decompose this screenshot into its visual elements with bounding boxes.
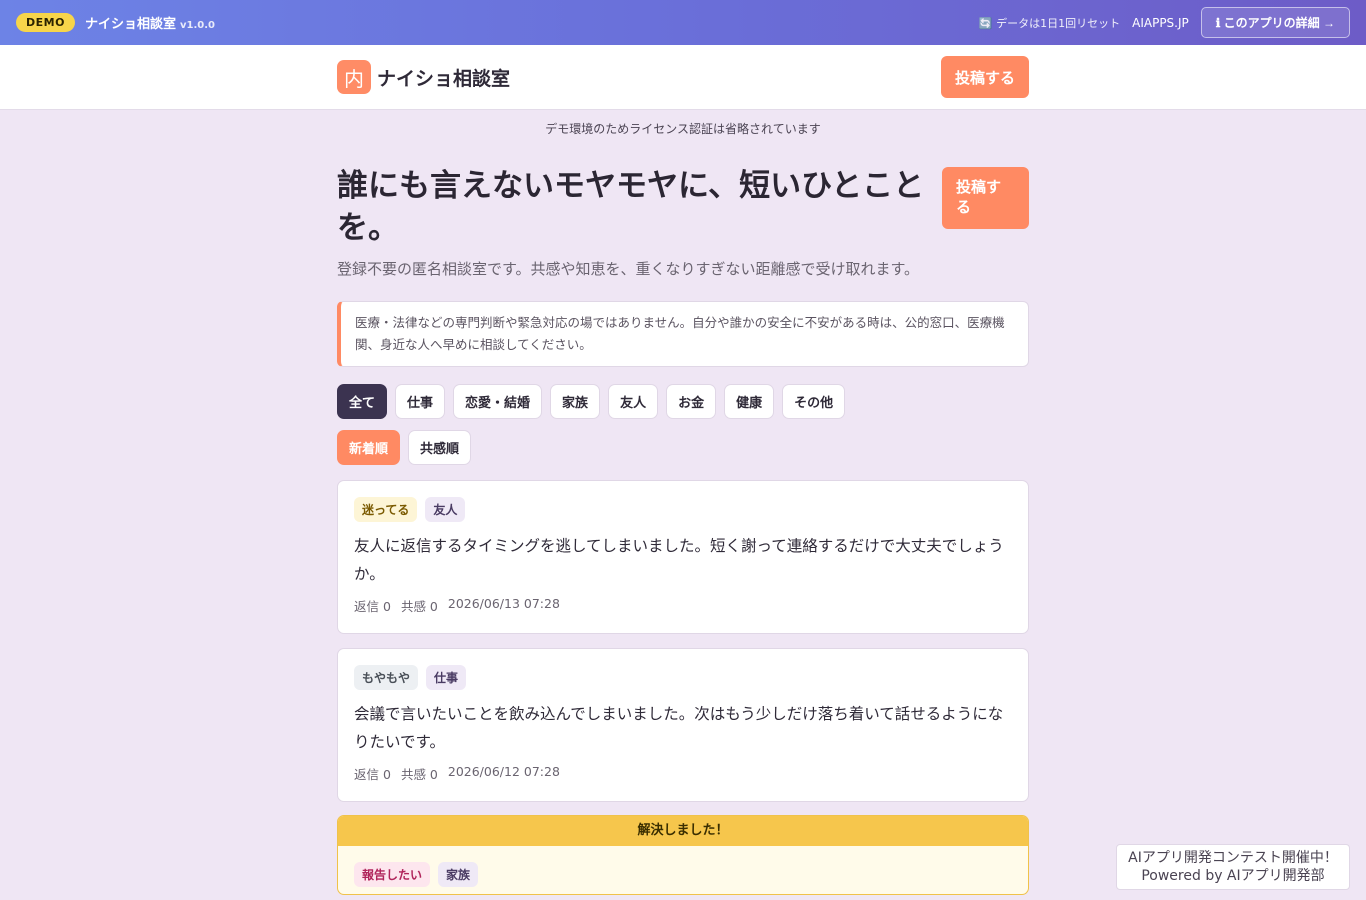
filter-all[interactable]: 全て [337,384,388,419]
demo-bar: DEMO ナイショ相談室 v1.0.0 🔄 データは1日1回リセット AIAPPS… [0,0,1366,45]
category-tag: 家族 [438,862,479,887]
main-content: 誰にも言えないモヤモヤに、短いひとことを。 登録不要の匿名相談室です。共感や知恵… [337,165,1029,895]
filter-health[interactable]: 健康 [724,384,775,419]
resolved-banner: 解決しました！ [338,816,1028,846]
empathy-count: 共感 0 [400,767,438,782]
powered-by-line: Powered by AIアプリ開発部 [1141,868,1325,884]
post-body: 会議で言いたいことを飲み込んでしまいました。次はもう少しだけ落ち着いて話せるよう… [354,705,1004,751]
post-date: 2026/06/12 07:28 [447,764,560,779]
brand-name: ナイショ相談室 [377,67,511,90]
demo-app-name: ナイショ相談室 v1.0.0 [84,17,215,32]
header-post-button[interactable]: 投稿する [940,56,1029,98]
site-header: 内 ナイショ相談室 投稿する [0,45,1366,110]
empathy-count: 共感 0 [400,599,438,614]
filter-money[interactable]: お金 [666,384,717,419]
post-card[interactable]: 迷ってる 友人 友人に返信するタイミングを逃してしまいました。短く謝って連絡する… [337,480,1029,634]
post-card[interactable]: もやもや 仕事 会議で言いたいことを飲み込んでしまいました。次はもう少しだけ落ち… [337,648,1029,802]
filter-love-marriage[interactable]: 恋愛・結婚 [453,384,543,419]
demo-badge: DEMO [16,13,75,32]
brand-logo-icon: 内 [337,60,371,94]
mood-tag: 報告したい [354,862,431,887]
post-date: 2026/06/13 07:28 [447,596,560,611]
aiapps-link[interactable]: AIAPPS.JP [1132,16,1189,30]
contest-line: AIアプリ開発コンテスト開催中！ [1128,850,1338,866]
mood-tag: もやもや [354,665,419,690]
safety-notice: 医療・法律などの専門判断や緊急対応の場ではありません。自分や誰かの安全に不安があ… [337,301,1029,367]
hero-subtitle: 登録不要の匿名相談室です。共感や知恵を、重くなりすぎない距離感で受け取れます。 [337,260,920,278]
sort-empathy[interactable]: 共感順 [408,430,472,465]
filter-friends[interactable]: 友人 [608,384,659,419]
app-version: v1.0.0 [179,20,215,31]
sort-options: 新着順 共感順 [337,430,1029,465]
hero-title: 誰にも言えないモヤモヤに、短いひとことを。 [337,168,925,246]
post-body: 友人に返信するタイミングを逃してしまいました。短く謝って連絡するだけで大丈夫でし… [354,537,1004,583]
category-tag: 友人 [425,497,466,522]
filter-work[interactable]: 仕事 [395,384,446,419]
category-tag: 仕事 [426,665,467,690]
brand-home-link[interactable]: 内 ナイショ相談室 [337,60,510,94]
license-note: デモ環境のためライセンス認証は省略されています [545,122,821,136]
filter-other[interactable]: その他 [782,384,846,419]
mood-tag: 迷ってる [354,497,418,522]
reset-note: 🔄 データは1日1回リセット [978,16,1121,30]
reply-count: 返信 0 [354,599,391,614]
app-detail-button[interactable]: ℹ このアプリの詳細 → [1200,7,1350,38]
hero: 誰にも言えないモヤモヤに、短いひとことを。 登録不要の匿名相談室です。共感や知恵… [337,165,1029,283]
sort-newest[interactable]: 新着順 [337,430,401,465]
resolved-post-card[interactable]: 解決しました！ 報告したい 家族 [337,815,1029,895]
filter-family[interactable]: 家族 [550,384,601,419]
reply-count: 返信 0 [354,767,391,782]
category-filters: 全て 仕事 恋愛・結婚 家族 友人 お金 健康 その他 [337,384,1029,419]
hero-post-button[interactable]: 投稿する [942,167,1029,229]
contest-banner[interactable]: AIアプリ開発コンテスト開催中！ Powered by AIアプリ開発部 [1116,844,1350,890]
